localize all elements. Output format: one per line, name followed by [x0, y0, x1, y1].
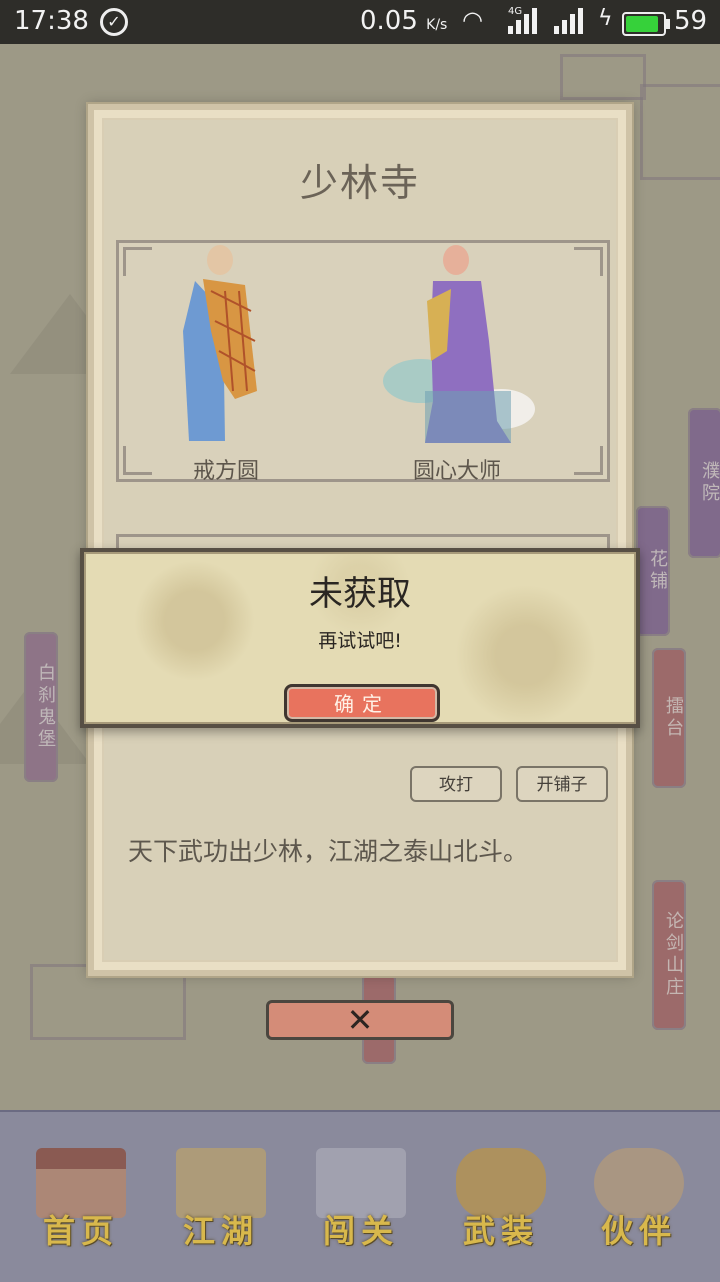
battery-level: 59 [674, 6, 708, 36]
close-x-icon: ✕ [346, 1001, 374, 1039]
network-speed: 0.05 K/s [360, 6, 448, 36]
nav-partners[interactable]: 伙伴 [584, 1148, 694, 1258]
nav-label: 江湖 [182, 1212, 259, 1250]
battery-icon [622, 12, 670, 36]
monk-robe-icon [183, 279, 257, 441]
frame-corner [123, 247, 152, 276]
npc-name-jie-fangyuan: 戒方圆 [193, 459, 260, 484]
monk-robe-icon [383, 281, 535, 443]
wifi-icon: ◠ [462, 6, 483, 34]
charging-icon: ϟ [598, 6, 613, 31]
nav-label: 武装 [462, 1212, 539, 1250]
status-bar: 17:38 ✓ 0.05 K/s ◠ 4G ϟ 59 [0, 0, 720, 44]
nav-home[interactable]: 首页 [26, 1148, 136, 1258]
signal-icon [554, 4, 583, 34]
confirm-button[interactable]: 确定 [284, 684, 440, 722]
frame-corner [123, 446, 152, 475]
frame-corner [574, 247, 603, 276]
close-panel-button[interactable]: ✕ [266, 1000, 454, 1040]
location-panel: 少林寺 戒方圆 圆心大师 攻打 开铺子 天下武功出少林，江湖之泰山北斗。 [88, 104, 632, 976]
dialog-title: 未获取 [309, 574, 411, 614]
fight-button[interactable]: 攻打 [410, 766, 502, 802]
result-dialog: 未获取 再试试吧! 确定 [80, 548, 640, 728]
signal-4g-icon [508, 4, 537, 34]
nav-challenge[interactable]: 闯关 [306, 1148, 416, 1258]
nav-jianghu[interactable]: 江湖 [166, 1148, 276, 1258]
open-shop-button[interactable]: 开铺子 [516, 766, 608, 802]
frame-corner [574, 446, 603, 475]
npc-yuanxin-dashi[interactable] [381, 243, 541, 448]
nav-label: 伙伴 [600, 1212, 677, 1250]
dialog-message: 再试试吧! [318, 630, 402, 652]
sync-check-icon: ✓ [100, 8, 128, 36]
bottom-navigation: 首页 江湖 闯关 武装 伙伴 [0, 1110, 720, 1282]
npc-name-yuanxin-dashi: 圆心大师 [413, 459, 502, 484]
npc-jie-fangyuan[interactable] [175, 243, 265, 443]
nav-equipment[interactable]: 武装 [446, 1148, 556, 1258]
nav-label: 首页 [42, 1212, 119, 1250]
npc-portraits: 戒方圆 圆心大师 [116, 240, 610, 484]
clock: 17:38 [14, 6, 89, 36]
nav-label: 闯关 [322, 1212, 399, 1250]
panel-title: 少林寺 [299, 161, 420, 205]
location-description: 天下武功出少林，江湖之泰山北斗。 [128, 837, 529, 866]
